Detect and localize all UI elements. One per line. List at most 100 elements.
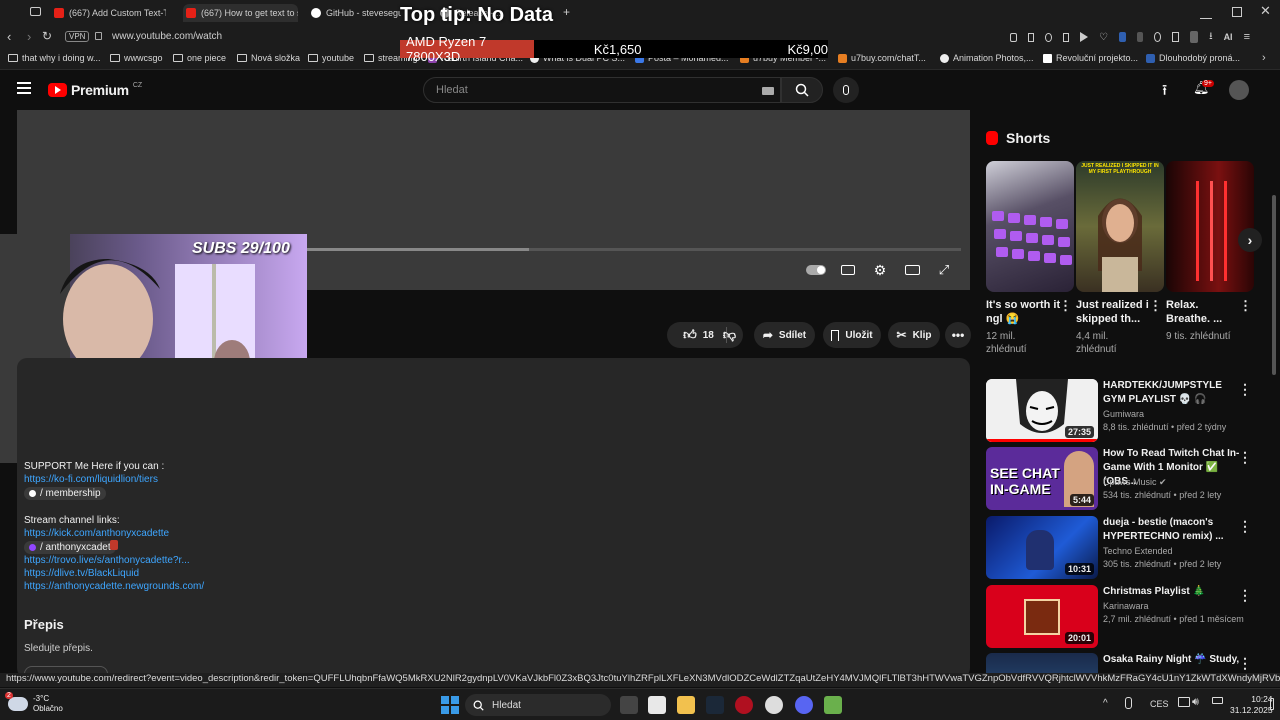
- extension-icon[interactable]: [1010, 32, 1017, 42]
- short-title[interactable]: Relax. Breathe. ...: [1166, 298, 1230, 326]
- bookmark-item[interactable]: youtube: [308, 53, 354, 63]
- bookmark-item[interactable]: Revoluční projekto...: [1043, 53, 1138, 63]
- weather-widget[interactable]: 2 -3°C Oblačno: [5, 692, 63, 714]
- recommended-video[interactable]: 27:35 HARDTEKK/JUMPSTYLE GYM PLAYLIST 💀 …: [986, 379, 1266, 445]
- short-menu-icon[interactable]: ⋮: [1239, 298, 1252, 314]
- notification-center-icon[interactable]: [1270, 698, 1274, 710]
- short-menu-icon[interactable]: ⋮: [1149, 298, 1162, 314]
- recommended-video[interactable]: 20:01 Christmas Playlist 🎄 Karinawara 2,…: [986, 585, 1266, 651]
- video-thumbnail[interactable]: SEE CHAT IN-GAME 5:44: [986, 447, 1098, 510]
- video-menu-icon[interactable]: ⋮: [1238, 518, 1252, 535]
- tab-add-custom-text[interactable]: (667) Add Custom Text-To: [54, 4, 166, 22]
- search-box[interactable]: Hledat: [423, 77, 781, 103]
- settings-gear-icon[interactable]: ⚙: [870, 260, 890, 280]
- bookmark-item[interactable]: Animation Photos,...: [940, 53, 1034, 63]
- forward-icon[interactable]: ›: [27, 29, 31, 44]
- clip-button[interactable]: ✂ Klip: [888, 322, 940, 348]
- bookmark-item[interactable]: Nová složka: [237, 53, 300, 63]
- tray-chevron-icon[interactable]: ^: [1103, 698, 1108, 709]
- page-scrollbar[interactable]: [1272, 195, 1276, 375]
- recommended-video[interactable]: 10:31 dueja - bestie (macon's HYPERTECHN…: [986, 516, 1266, 582]
- subtitles-icon[interactable]: [838, 260, 858, 280]
- taskbar-search[interactable]: Hledat: [465, 694, 611, 716]
- video-title[interactable]: dueja - bestie (macon's HYPERTECHNO remi…: [1103, 516, 1243, 544]
- description-box[interactable]: [17, 358, 970, 678]
- play-extension-icon[interactable]: [1080, 32, 1089, 42]
- channel-name[interactable]: Techno Extended: [1103, 546, 1173, 556]
- short-thumbnail[interactable]: [986, 161, 1074, 292]
- search-input[interactable]: Hledat: [436, 84, 468, 96]
- video-title[interactable]: HARDTEKK/JUMPSTYLE GYM PLAYLIST 💀 🎧: [1103, 379, 1243, 407]
- short-title[interactable]: Just realized i skipped th...: [1076, 298, 1152, 326]
- task-view-icon[interactable]: [620, 696, 638, 714]
- twitch-chip[interactable]: / anthonyxcadet: [24, 541, 116, 554]
- microphone-tray-icon[interactable]: [1125, 697, 1132, 709]
- profile-icon[interactable]: [1190, 31, 1199, 43]
- recommended-video[interactable]: SEE CHAT IN-GAME 5:44 How To Read Twitch…: [986, 447, 1266, 513]
- share-button[interactable]: ➦ Sdílet: [754, 322, 815, 348]
- kofi-link[interactable]: https://ko-fi.com/liquidlion/tiers: [24, 474, 158, 485]
- video-thumbnail[interactable]: 10:31: [986, 516, 1098, 579]
- battery-icon[interactable]: [1212, 697, 1223, 704]
- extension-icon[interactable]: [1027, 32, 1035, 42]
- bookmark-item[interactable]: wwwcsgo: [110, 53, 163, 63]
- opera-icon[interactable]: [735, 696, 753, 714]
- dlive-link[interactable]: https://dlive.tv/BlackLiquid: [24, 568, 139, 579]
- progress-bar[interactable]: [307, 248, 961, 251]
- short-title[interactable]: It's so worth it ngl 😭: [986, 298, 1062, 326]
- dislike-button[interactable]: 👎︎: [716, 322, 743, 348]
- windows-start-icon[interactable]: [441, 696, 459, 714]
- url-field[interactable]: www.youtube.com/watch: [112, 31, 222, 42]
- video-thumbnail[interactable]: [986, 653, 1098, 673]
- save-button[interactable]: Uložit: [823, 322, 881, 348]
- app-icon[interactable]: [824, 696, 842, 714]
- bookmark-item[interactable]: u7buy.com/chatT...: [838, 53, 926, 63]
- language-indicator[interactable]: CES: [1150, 699, 1169, 709]
- vpn-badge[interactable]: VPN: [65, 31, 90, 42]
- more-actions-button[interactable]: •••: [945, 322, 971, 348]
- volume-icon[interactable]: 🔊︎: [1192, 696, 1199, 709]
- bookmark-item[interactable]: that why i doing w...: [8, 53, 101, 63]
- puzzle-icon[interactable]: [1172, 32, 1180, 42]
- video-title[interactable]: Osaka Rainy Night ☔ Study,: [1103, 653, 1243, 667]
- video-menu-icon[interactable]: ⋮: [1238, 655, 1252, 672]
- upload-icon[interactable]: ⭱: [1162, 80, 1167, 105]
- menu-icon[interactable]: ≡: [1244, 31, 1250, 43]
- fullscreen-icon[interactable]: ⤢: [934, 260, 954, 280]
- file-explorer-icon[interactable]: [677, 696, 695, 714]
- steam-icon[interactable]: [706, 696, 724, 714]
- store-icon[interactable]: [648, 696, 666, 714]
- youtube-logo[interactable]: Premium CZ: [48, 82, 142, 98]
- newgrounds-link[interactable]: https://anthonycadette.newgrounds.com/: [24, 581, 204, 592]
- sidebar-toggle-icon[interactable]: [30, 7, 41, 16]
- tab-how-to-get-text[interactable]: (667) How to get text to sc: [183, 4, 298, 22]
- channel-name[interactable]: Karinawara: [1103, 601, 1149, 611]
- heart-icon[interactable]: ♡: [1099, 32, 1108, 43]
- new-tab-button[interactable]: +: [563, 5, 570, 19]
- channel-name[interactable]: Gumiwara: [1103, 409, 1144, 419]
- more-bookmarks-icon[interactable]: ›: [1262, 52, 1266, 64]
- short-thumbnail[interactable]: [1166, 161, 1254, 292]
- clock[interactable]: 10:24 31.12.2025: [1230, 694, 1273, 716]
- theater-mode-icon[interactable]: [902, 260, 922, 280]
- keyboard-icon[interactable]: [762, 87, 774, 95]
- discord-icon[interactable]: [795, 696, 813, 714]
- video-menu-icon[interactable]: ⋮: [1238, 587, 1252, 604]
- bookmark-item[interactable]: one piece: [173, 53, 226, 63]
- video-title[interactable]: Christmas Playlist 🎄: [1103, 585, 1243, 599]
- search-button[interactable]: [781, 77, 823, 103]
- recommended-video[interactable]: Osaka Rainy Night ☔ Study, ⋮: [986, 653, 1266, 673]
- close-icon[interactable]: ✕: [1260, 3, 1271, 19]
- hamburger-menu-icon[interactable]: [17, 82, 31, 94]
- channel-name[interactable]: Cpaws Music ✔: [1103, 477, 1167, 488]
- voice-search-button[interactable]: [833, 77, 859, 103]
- ai-button[interactable]: AI: [1224, 32, 1233, 42]
- maximize-icon[interactable]: [1232, 7, 1242, 17]
- minimize-icon[interactable]: [1200, 7, 1212, 19]
- trovo-link[interactable]: https://trovo.live/s/anthonycadette?r...: [24, 555, 190, 566]
- bookmark-item[interactable]: Dlouhodobý proná...: [1146, 53, 1240, 63]
- membership-chip[interactable]: / membership: [24, 487, 106, 500]
- video-menu-icon[interactable]: ⋮: [1238, 381, 1252, 398]
- short-menu-icon[interactable]: ⋮: [1059, 298, 1072, 314]
- tab-github[interactable]: GitHub - stevesegui...: [311, 4, 401, 22]
